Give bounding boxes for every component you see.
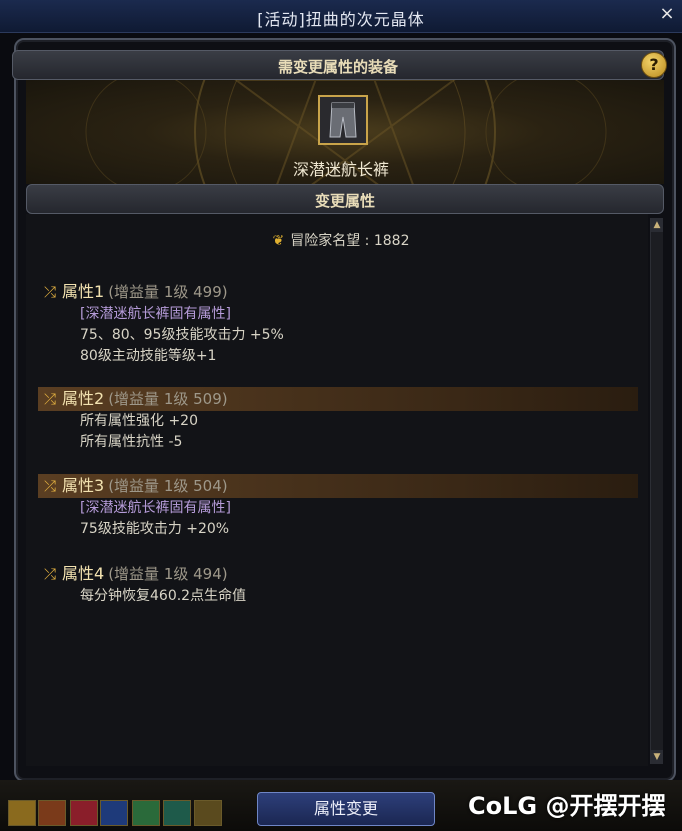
equipment-item-name: 深潜迷航长裤 (292, 160, 389, 179)
attribute-level: (增益量 1级 499) (108, 283, 228, 301)
shuffle-icon: ⤮ (44, 565, 57, 583)
reputation-icon: ❦ (272, 233, 285, 249)
reputation-label: 冒险家名望 : 1882 (290, 233, 410, 249)
change-attribute-header: 变更属性 (26, 184, 664, 214)
change-attribute-label: 变更属性 (314, 192, 375, 210)
quick-slot-icon[interactable] (70, 800, 98, 826)
attribute-entry-1[interactable]: ⤮ 属性1 (增益量 1级 499) [深潜迷航长裤固有属性] 75、80、95级技… (38, 280, 638, 367)
attribute-line: 80级主动技能等级+1 (80, 348, 217, 364)
attribute-line: 所有属性抗性 -5 (80, 434, 183, 450)
attribute-name: 属性1 (62, 282, 105, 301)
scroll-down-icon[interactable]: ▼ (651, 750, 663, 764)
window-title: [活动]扭曲的次元晶体 (257, 10, 425, 29)
quick-slot-icon[interactable] (163, 800, 191, 826)
attribute-header[interactable]: ⤮ 属性1 (增益量 1级 499) (38, 280, 638, 304)
quick-slot-icon[interactable] (8, 800, 36, 826)
attribute-line: 所有属性强化 +20 (80, 413, 198, 429)
attribute-line: 每分钟恢复460.2点生命值 (80, 588, 247, 604)
attribute-entry-3[interactable]: ⤮ 属性3 (增益量 1级 504) [深潜迷航长裤固有属性] 75级技能攻击力 +… (38, 474, 638, 540)
window-title-bar[interactable]: [活动]扭曲的次元晶体 × (0, 0, 682, 33)
attribute-name: 属性3 (62, 476, 105, 495)
attribute-name: 属性4 (62, 564, 105, 583)
pants-icon (320, 97, 366, 143)
attribute-list-scrollbar[interactable]: ▲ ▼ (650, 218, 663, 764)
watermark-text: CoLG @开摆开摆 (468, 792, 666, 820)
quick-slot-icon[interactable] (38, 800, 66, 826)
attribute-line: 75、80、95级技能攻击力 +5% (80, 327, 284, 343)
quick-slot-icon[interactable] (194, 800, 222, 826)
attribute-level: (增益量 1级 509) (108, 390, 228, 408)
shuffle-icon: ⤮ (44, 283, 57, 301)
attribute-header[interactable]: ⤮ 属性3 (增益量 1级 504) (38, 474, 638, 498)
shuffle-icon: ⤮ (44, 477, 57, 495)
help-icon[interactable]: ? (641, 52, 667, 78)
attribute-entry-2[interactable]: ⤮ 属性2 (增益量 1级 509) 所有属性强化 +20 所有属性抗性 -5 (38, 387, 638, 453)
attribute-level: (增益量 1级 504) (108, 477, 228, 495)
attribute-line: [深潜迷航长裤固有属性] (80, 306, 231, 322)
attribute-entry-4[interactable]: ⤮ 属性4 (增益量 1级 494) 每分钟恢复460.2点生命值 (38, 562, 638, 607)
attribute-name: 属性2 (62, 389, 105, 408)
equipment-section-label: 需变更属性的装备 (277, 58, 398, 76)
attribute-line: 75级技能攻击力 +20% (80, 521, 230, 537)
close-icon[interactable]: × (658, 4, 676, 24)
attribute-header[interactable]: ⤮ 属性4 (增益量 1级 494) (38, 562, 638, 586)
equipment-section-header: 需变更属性的装备 ? (12, 50, 667, 80)
adventurer-reputation: ❦ 冒险家名望 : 1882 (0, 230, 682, 250)
quick-slot-icon[interactable] (132, 800, 160, 826)
attribute-header[interactable]: ⤮ 属性2 (增益量 1级 509) (38, 387, 638, 411)
shuffle-icon: ⤮ (44, 390, 57, 408)
attribute-level: (增益量 1级 494) (108, 565, 228, 583)
quick-slot-icon[interactable] (100, 800, 128, 826)
attribute-line: [深潜迷航长裤固有属性] (80, 500, 231, 516)
change-attribute-button[interactable]: 属性变更 (257, 792, 435, 826)
equipment-item-slot[interactable] (318, 95, 368, 145)
